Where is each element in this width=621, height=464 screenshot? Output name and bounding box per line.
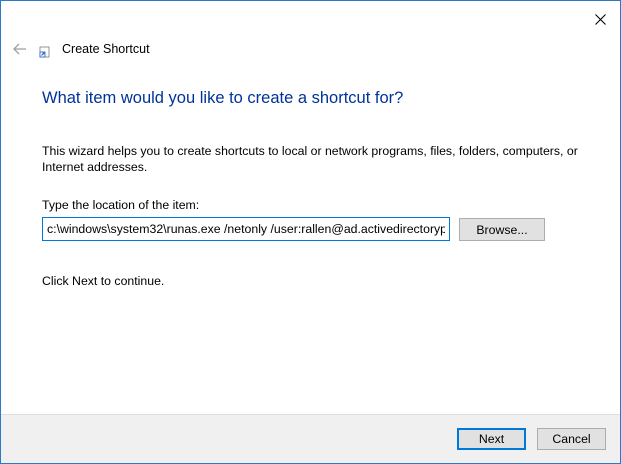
window-title: Create Shortcut <box>62 42 150 56</box>
footer-bar: Next Cancel <box>1 414 620 463</box>
next-button[interactable]: Next <box>457 428 526 450</box>
location-input[interactable] <box>42 217 450 241</box>
back-button[interactable] <box>11 40 29 58</box>
shortcut-icon <box>39 46 50 58</box>
location-label: Type the location of the item: <box>42 198 200 212</box>
page-heading: What item would you like to create a sho… <box>42 89 404 107</box>
back-arrow-icon <box>13 43 26 55</box>
create-shortcut-dialog: Create Shortcut What item would you like… <box>0 0 621 464</box>
browse-button[interactable]: Browse... <box>459 218 545 241</box>
cancel-button[interactable]: Cancel <box>537 428 606 450</box>
wizard-description: This wizard helps you to create shortcut… <box>42 144 578 174</box>
close-button[interactable] <box>588 7 612 31</box>
close-icon <box>594 13 606 25</box>
continue-hint: Click Next to continue. <box>42 274 165 288</box>
